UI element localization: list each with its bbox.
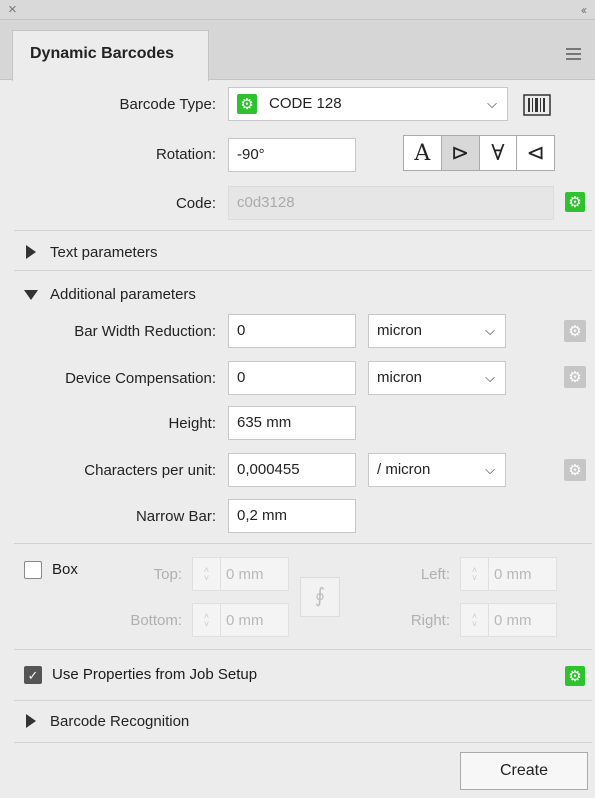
tab-label: Dynamic Barcodes: [30, 45, 175, 62]
box-right-stepper[interactable]: ˄ ˅ 0 mm: [460, 603, 557, 637]
rotation-button-group: A ⊳ ∀ ⊲: [403, 135, 555, 171]
characters-per-unit-unit-select[interactable]: / micron ⌵: [368, 453, 506, 487]
characters-per-unit-input[interactable]: 0,000455: [228, 453, 356, 487]
box-left-label: Left:: [420, 566, 450, 583]
characters-per-unit-unit-value: / micron: [377, 461, 431, 478]
additional-parameters-section[interactable]: Additional parameters: [50, 286, 196, 303]
height-label: Height:: [168, 415, 216, 432]
box-bottom-stepper[interactable]: ˄ ˅ 0 mm: [192, 603, 289, 637]
rotate-90-button[interactable]: ⊲: [517, 136, 554, 170]
box-label: Box: [52, 561, 78, 578]
chevron-down-icon: ⌵: [485, 462, 495, 477]
box-left-value: 0 mm: [494, 565, 532, 583]
divider: [14, 270, 592, 271]
barcode-settings-icon[interactable]: [523, 94, 551, 116]
create-button[interactable]: Create: [460, 752, 588, 790]
text-parameters-section[interactable]: Text parameters: [50, 244, 158, 261]
chevron-down-icon: ⌵: [485, 323, 495, 338]
gear-icon: ⚙: [237, 94, 257, 114]
collapse-icon[interactable]: ‹‹: [581, 1, 587, 19]
device-compensation-unit-value: micron: [377, 369, 423, 386]
bar-width-unit-select[interactable]: micron ⌵: [368, 314, 506, 348]
narrow-bar-label: Narrow Bar:: [135, 508, 216, 525]
box-bottom-label: Bottom:: [130, 612, 182, 629]
box-checkbox[interactable]: [24, 561, 42, 579]
job-setup-checkbox[interactable]: ✓: [24, 666, 42, 684]
gear-icon[interactable]: ⚙: [564, 366, 586, 388]
rotation-label: Rotation:: [155, 146, 216, 163]
collapse-triangle-icon[interactable]: [24, 290, 38, 300]
box-left-stepper[interactable]: ˄ ˅ 0 mm: [460, 557, 557, 591]
chevron-down-icon: ⌵: [487, 96, 497, 111]
expand-triangle-icon[interactable]: [26, 245, 36, 259]
divider: [14, 649, 592, 650]
barcode-type-value: CODE 128: [269, 95, 342, 112]
characters-per-unit-label: Characters per unit:: [84, 462, 216, 479]
bar-width-unit-value: micron: [377, 322, 423, 339]
box-top-label: Top:: [153, 566, 182, 583]
stepper-arrows-icon[interactable]: ˄ ˅: [461, 558, 489, 590]
height-input[interactable]: 635 mm: [228, 406, 356, 440]
box-right-label: Right:: [410, 612, 450, 629]
rotate-180-button[interactable]: ∀: [480, 136, 518, 170]
barcode-type-select[interactable]: CODE 128 ⌵: [228, 87, 508, 121]
box-top-value: 0 mm: [226, 565, 264, 583]
divider: [14, 742, 592, 743]
rotate-minus90-button[interactable]: ⊳: [441, 136, 480, 170]
close-icon[interactable]: ×: [8, 1, 17, 19]
divider: [14, 543, 592, 544]
chevron-down-icon: ⌵: [485, 370, 495, 385]
bar-width-reduction-input[interactable]: 0: [228, 314, 356, 348]
rotate-0-button[interactable]: A: [404, 136, 442, 170]
gear-icon[interactable]: ⚙: [564, 459, 586, 481]
stepper-arrows-icon[interactable]: ˄ ˅: [193, 604, 221, 636]
job-setup-gear-icon[interactable]: ⚙: [565, 666, 585, 686]
device-compensation-unit-select[interactable]: micron ⌵: [368, 361, 506, 395]
stepper-arrows-icon[interactable]: ˄ ˅: [193, 558, 221, 590]
bar-width-reduction-label: Bar Width Reduction:: [74, 323, 216, 340]
box-right-value: 0 mm: [494, 611, 532, 629]
code-settings-gear-icon[interactable]: ⚙: [565, 192, 585, 212]
hamburger-icon[interactable]: [566, 48, 581, 63]
rotation-input[interactable]: -90°: [228, 138, 356, 172]
device-compensation-input[interactable]: 0: [228, 361, 356, 395]
barcode-recognition-section[interactable]: Barcode Recognition: [50, 713, 189, 730]
narrow-bar-input[interactable]: 0,2 mm: [228, 499, 356, 533]
divider: [14, 230, 592, 231]
code-label: Code:: [175, 195, 216, 212]
link-chain-icon[interactable]: ∮: [300, 577, 340, 617]
box-top-stepper[interactable]: ˄ ˅ 0 mm: [192, 557, 289, 591]
device-compensation-label: Device Compensation:: [65, 370, 216, 387]
panel-title-bar: [0, 0, 595, 20]
stepper-arrows-icon[interactable]: ˄ ˅: [461, 604, 489, 636]
gear-icon[interactable]: ⚙: [564, 320, 586, 342]
divider: [14, 700, 592, 701]
expand-triangle-icon[interactable]: [26, 714, 36, 728]
code-input[interactable]: c0d3128: [228, 186, 554, 220]
box-bottom-value: 0 mm: [226, 611, 264, 629]
job-setup-label: Use Properties from Job Setup: [52, 666, 258, 683]
barcode-type-label: Barcode Type:: [119, 96, 216, 113]
